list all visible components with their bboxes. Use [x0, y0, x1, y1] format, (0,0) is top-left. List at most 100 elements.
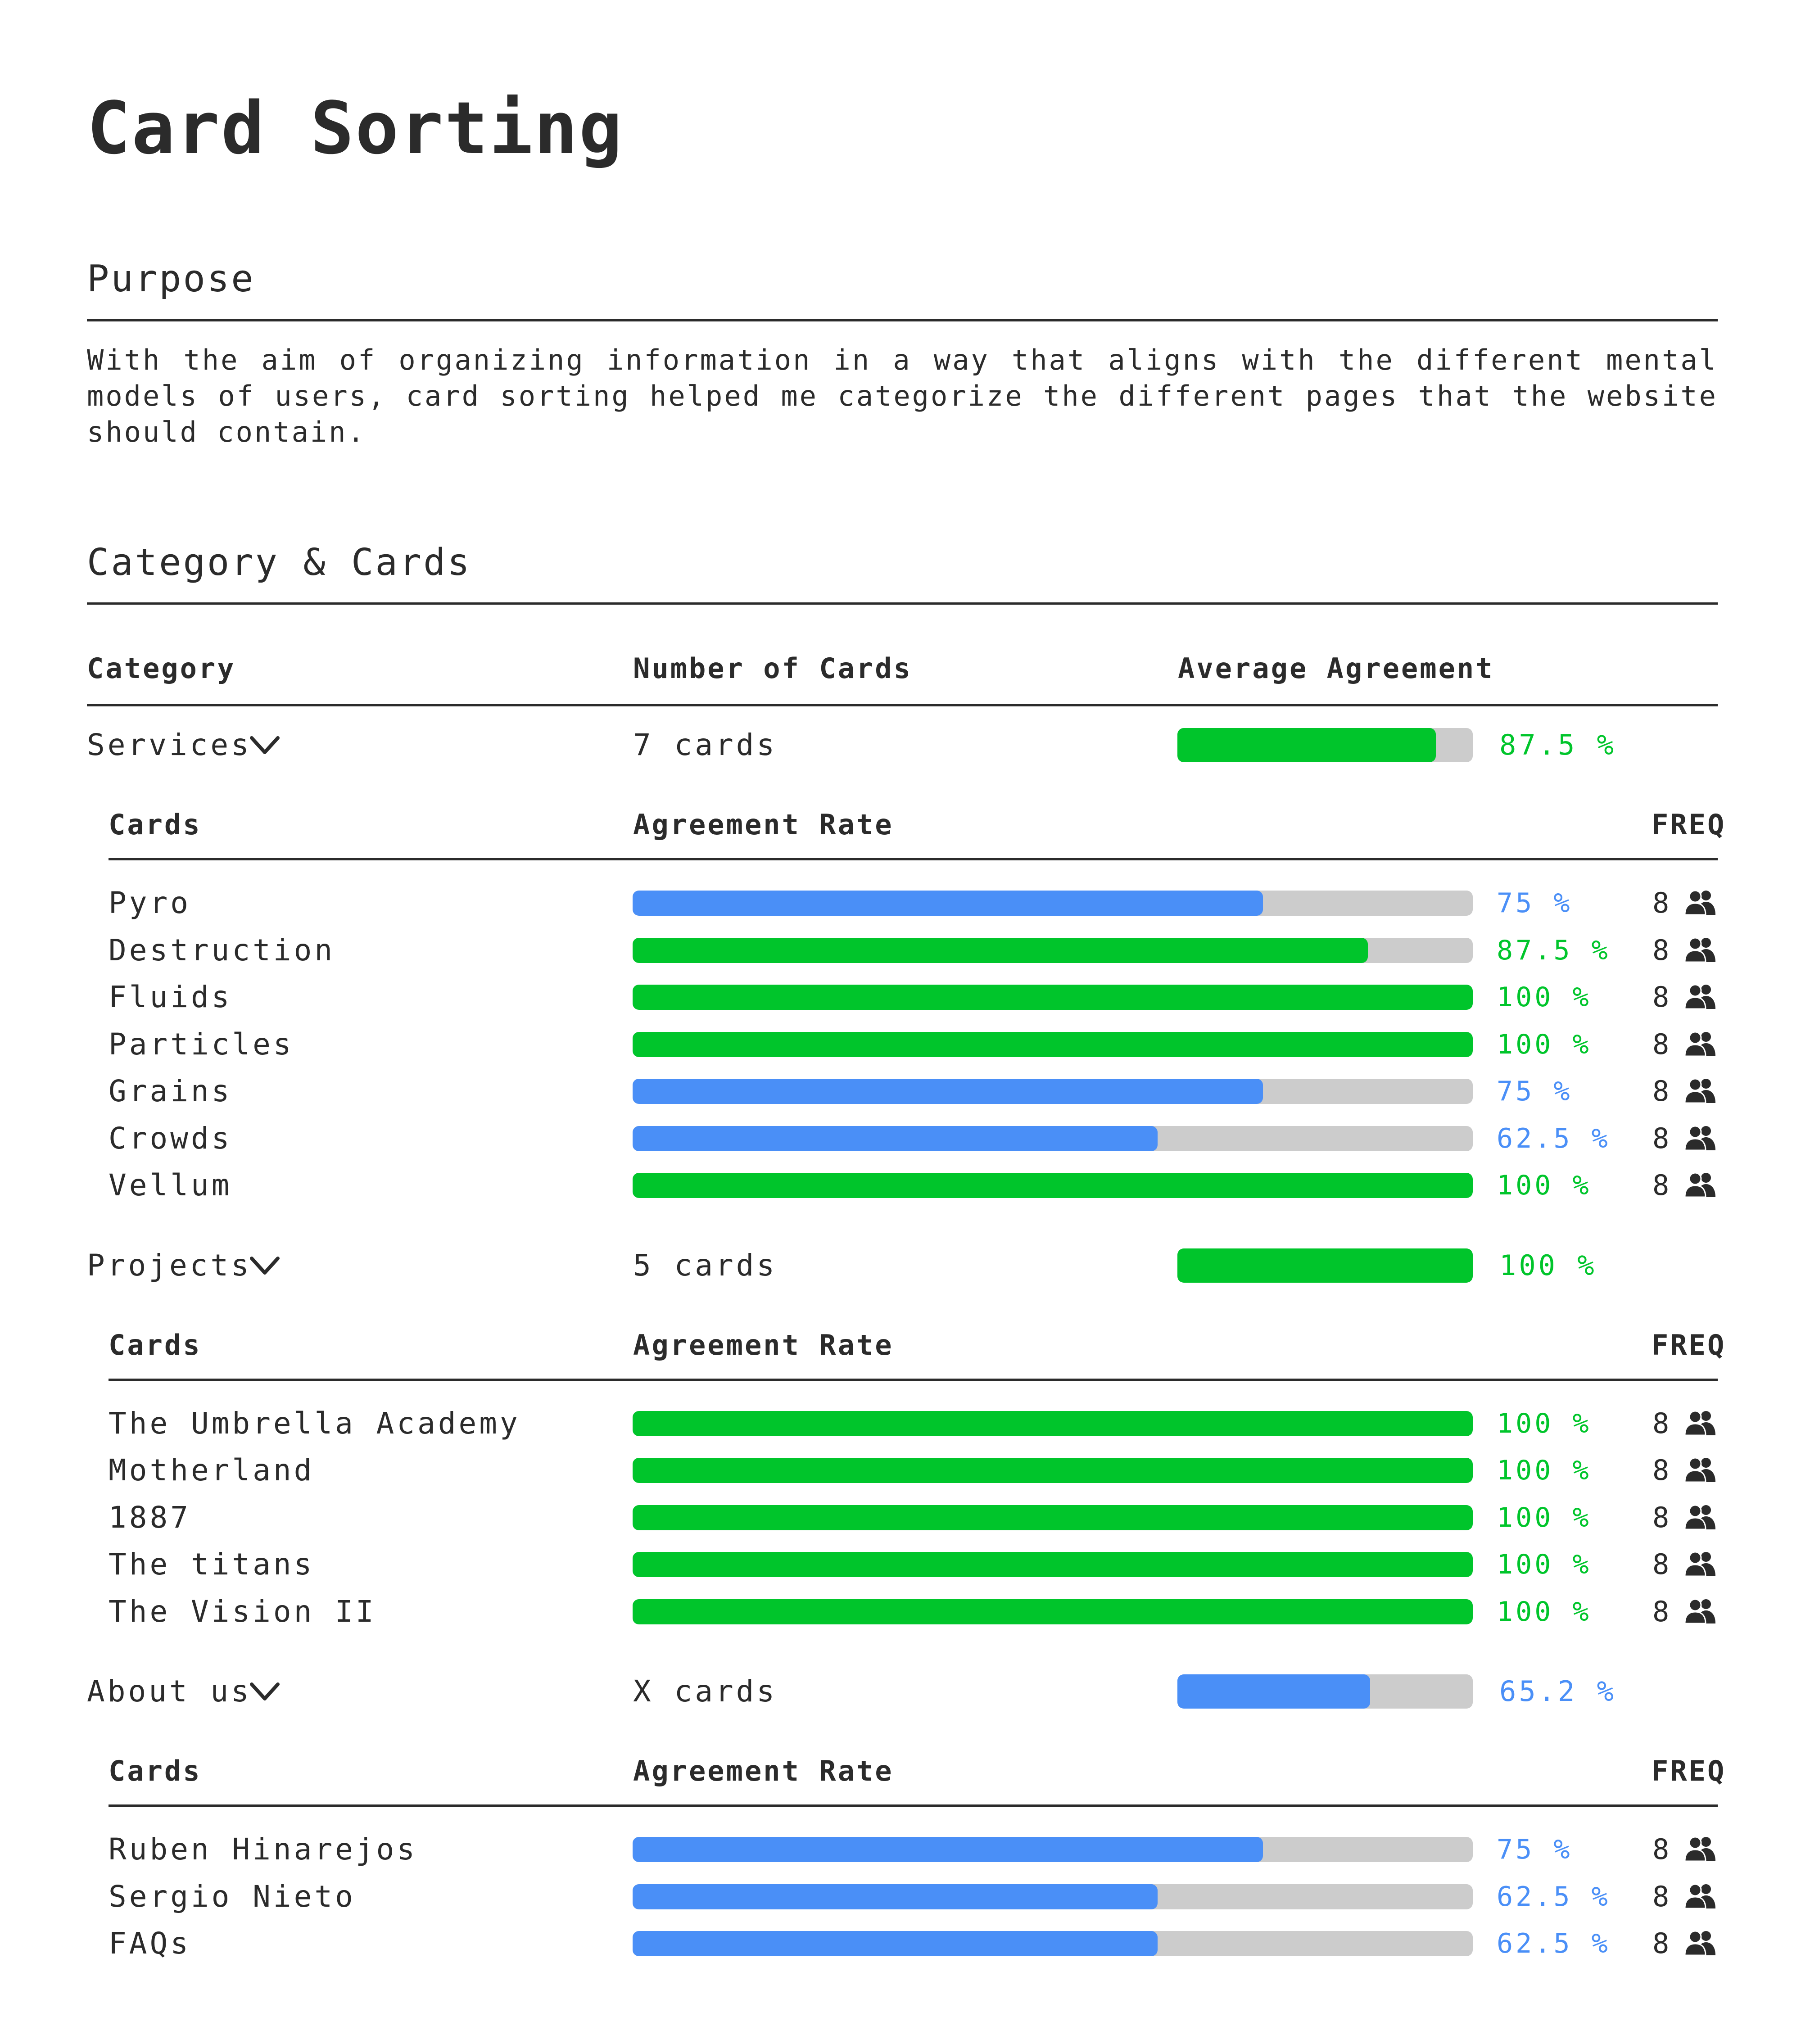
agreement-rate-fill: [633, 1032, 1473, 1057]
freq-count: 8: [1652, 1075, 1670, 1108]
agreement-rate-value: 62.5 %: [1497, 1928, 1611, 1959]
agreement-rate-fill: [633, 1599, 1473, 1624]
freq-count: 8: [1652, 1028, 1670, 1061]
category-name-about-us[interactable]: About us: [87, 1673, 252, 1709]
users-icon: [1685, 1551, 1715, 1576]
average-agreement-fill: [1177, 728, 1436, 762]
agreement-rate-value: 100 %: [1497, 981, 1592, 1013]
agreement-rate-value: 62.5 %: [1497, 1123, 1611, 1154]
chevron-down-icon[interactable]: [249, 734, 281, 757]
agreement-rate-fill: [633, 1505, 1473, 1530]
column-header-cards: Cards: [109, 808, 202, 841]
agreement-rate-fill: [633, 1458, 1473, 1483]
agreement-rate-value: 100 %: [1497, 1029, 1592, 1060]
agreement-rate-bar: [633, 1458, 1473, 1483]
agreement-rate-value: 100 %: [1497, 1596, 1592, 1628]
agreement-rate-bar: [633, 985, 1473, 1010]
column-header-agreement-rate: Agreement Rate: [633, 808, 894, 841]
agreement-rate-value: 75 %: [1497, 1834, 1573, 1865]
column-header-average-agreement: Average Agreement: [1178, 652, 1494, 685]
chevron-down-icon[interactable]: [249, 1681, 281, 1703]
users-icon: [1685, 1031, 1715, 1056]
purpose-divider: [87, 319, 1718, 321]
card-name: Pyro: [109, 886, 191, 920]
column-header-divider: [87, 704, 1718, 706]
agreement-rate-value: 100 %: [1497, 1170, 1592, 1201]
column-header-cards: Cards: [109, 1328, 202, 1361]
users-icon: [1685, 984, 1715, 1009]
page: Card Sorting Purpose With the aim of org…: [0, 0, 1801, 2044]
agreement-rate-fill: [633, 1079, 1263, 1104]
average-agreement-bar: [1177, 1674, 1473, 1709]
average-agreement-fill: [1177, 1674, 1370, 1709]
users-icon: [1685, 1598, 1715, 1623]
freq-count: 8: [1652, 1548, 1670, 1581]
users-icon: [1685, 1457, 1715, 1482]
agreement-rate-bar: [633, 1079, 1473, 1104]
card-name: The titans: [109, 1547, 315, 1582]
freq-count: 8: [1652, 981, 1670, 1013]
category-name-services[interactable]: Services: [87, 727, 252, 763]
freq-count: 8: [1652, 1169, 1670, 1202]
agreement-rate-value: 100 %: [1497, 1455, 1592, 1486]
freq-count: 8: [1652, 1927, 1670, 1960]
column-header-freq: FREQ: [1652, 808, 1726, 841]
card-name: Motherland: [109, 1453, 315, 1488]
agreement-rate-bar: [633, 1173, 1473, 1198]
users-icon: [1685, 890, 1715, 915]
users-icon: [1685, 937, 1715, 962]
category-card-count: X cards: [633, 1674, 778, 1709]
card-name: The Vision II: [109, 1594, 376, 1629]
card-name: 1887: [109, 1500, 191, 1535]
agreement-rate-fill: [633, 1552, 1473, 1577]
agreement-rate-value: 100 %: [1497, 1502, 1592, 1533]
agreement-rate-value: 62.5 %: [1497, 1881, 1611, 1913]
agreement-rate-bar: [633, 1032, 1473, 1057]
agreement-rate-bar: [633, 1126, 1473, 1151]
freq-count: 8: [1652, 1407, 1670, 1440]
users-icon: [1685, 1172, 1715, 1197]
freq-count: 8: [1652, 1880, 1670, 1913]
agreement-rate-fill: [633, 891, 1263, 916]
average-agreement-bar: [1177, 1248, 1473, 1283]
card-name: Grains: [109, 1074, 232, 1108]
cards-header-divider: [109, 1378, 1718, 1381]
chevron-down-icon[interactable]: [249, 1255, 281, 1277]
agreement-rate-value: 87.5 %: [1497, 935, 1611, 966]
agreement-rate-value: 75 %: [1497, 887, 1573, 919]
category-name-projects[interactable]: Projects: [87, 1248, 252, 1284]
column-header-number-of-cards: Number of Cards: [633, 652, 912, 685]
categories-heading: Category & Cards: [87, 541, 471, 584]
agreement-rate-value: 100 %: [1497, 1408, 1592, 1439]
average-agreement-value: 100 %: [1499, 1248, 1597, 1282]
agreement-rate-fill: [633, 1837, 1263, 1862]
purpose-text: With the aim of organizing information i…: [87, 344, 1718, 448]
agreement-rate-bar: [633, 1552, 1473, 1577]
category-card-count: 5 cards: [633, 1248, 778, 1283]
card-name: Particles: [109, 1027, 294, 1062]
users-icon: [1685, 1078, 1715, 1103]
agreement-rate-bar: [633, 938, 1473, 963]
cards-header-divider: [109, 1804, 1718, 1807]
agreement-rate-bar: [633, 1837, 1473, 1862]
users-icon: [1685, 1410, 1715, 1435]
column-header-freq: FREQ: [1652, 1328, 1726, 1361]
freq-count: 8: [1652, 934, 1670, 967]
average-agreement-bar: [1177, 728, 1473, 762]
agreement-rate-bar: [633, 1505, 1473, 1530]
agreement-rate-value: 75 %: [1497, 1076, 1573, 1107]
categories-divider: [87, 602, 1718, 605]
purpose-heading: Purpose: [87, 258, 255, 300]
card-name: Ruben Hinarejos: [109, 1832, 418, 1867]
freq-count: 8: [1652, 1501, 1670, 1534]
agreement-rate-bar: [633, 1931, 1473, 1956]
card-name: Destruction: [109, 933, 335, 968]
average-agreement-value: 65.2 %: [1499, 1675, 1616, 1708]
users-icon: [1685, 1125, 1715, 1150]
card-name: The Umbrella Academy: [109, 1406, 520, 1441]
users-icon: [1685, 1504, 1715, 1529]
agreement-rate-fill: [633, 1411, 1473, 1436]
agreement-rate-fill: [633, 1884, 1158, 1909]
freq-count: 8: [1652, 1122, 1670, 1155]
agreement-rate-bar: [633, 1599, 1473, 1624]
